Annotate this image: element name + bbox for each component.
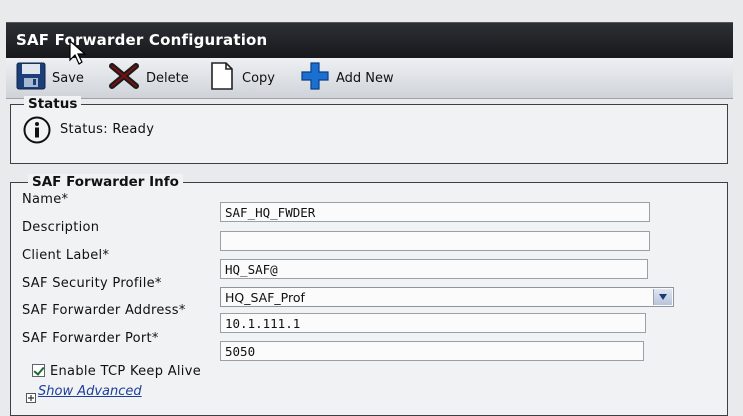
port-input[interactable] bbox=[220, 341, 644, 361]
delete-label: Delete bbox=[146, 70, 189, 86]
status-legend: Status bbox=[24, 96, 82, 112]
title-bar: SAF Forwarder Configuration bbox=[6, 22, 733, 59]
add-new-button[interactable]: Add New bbox=[300, 62, 394, 94]
description-input[interactable] bbox=[220, 231, 650, 251]
copy-label: Copy bbox=[242, 70, 275, 86]
forwarder-info-legend: SAF Forwarder Info bbox=[28, 174, 183, 190]
save-label: Save bbox=[52, 70, 84, 86]
keepalive-label: Enable TCP Keep Alive bbox=[50, 364, 202, 379]
copy-icon bbox=[208, 61, 236, 95]
page-title: SAF Forwarder Configuration bbox=[16, 31, 268, 49]
toolbar: Save Delete Copy Add New bbox=[6, 58, 733, 99]
name-input[interactable] bbox=[220, 202, 650, 222]
name-label: Name* bbox=[22, 192, 69, 207]
delete-icon bbox=[108, 62, 140, 94]
info-icon bbox=[22, 116, 52, 148]
show-advanced-link[interactable]: Show Advanced bbox=[38, 384, 142, 399]
add-new-label: Add New bbox=[336, 70, 394, 86]
status-text: Status: Ready bbox=[60, 122, 155, 137]
client-label-label: Client Label* bbox=[22, 248, 110, 263]
security-profile-label: SAF Security Profile* bbox=[22, 276, 162, 291]
client-label-input[interactable] bbox=[220, 259, 648, 279]
address-input[interactable] bbox=[220, 313, 646, 333]
plus-icon bbox=[300, 61, 330, 95]
expand-plus-icon[interactable] bbox=[26, 388, 36, 407]
description-label: Description bbox=[22, 220, 100, 235]
keepalive-checkbox[interactable] bbox=[32, 364, 45, 377]
delete-button[interactable]: Delete bbox=[108, 62, 189, 94]
chevron-down-icon[interactable] bbox=[653, 289, 672, 305]
address-label: SAF Forwarder Address* bbox=[22, 303, 186, 318]
security-profile-value: HQ_SAF_Prof bbox=[225, 290, 305, 305]
port-label: SAF Forwarder Port* bbox=[22, 331, 159, 346]
security-profile-select[interactable]: HQ_SAF_Prof bbox=[220, 287, 674, 307]
mouse-cursor-icon bbox=[68, 39, 90, 70]
copy-button[interactable]: Copy bbox=[208, 62, 275, 94]
save-icon bbox=[16, 62, 46, 94]
